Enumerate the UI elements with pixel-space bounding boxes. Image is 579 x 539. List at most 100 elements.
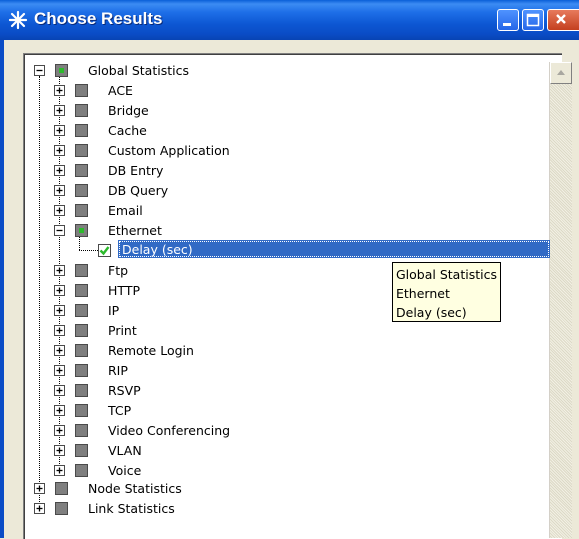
- checkbox-unchecked[interactable]: [75, 304, 88, 317]
- tree-item-label: Voice: [108, 463, 142, 478]
- checkbox-unchecked[interactable]: [75, 164, 88, 177]
- expand-icon[interactable]: [54, 85, 65, 96]
- checkbox-partial[interactable]: [75, 224, 88, 237]
- expand-icon[interactable]: [54, 425, 65, 436]
- checkbox-unchecked[interactable]: [75, 384, 88, 397]
- expand-icon[interactable]: [54, 105, 65, 116]
- checkbox-unchecked[interactable]: [75, 344, 88, 357]
- checkbox-partial[interactable]: [55, 64, 68, 77]
- checkbox-unchecked[interactable]: [55, 482, 68, 495]
- tree-item-label: Email: [108, 203, 143, 218]
- tree-item-label: DB Query: [108, 183, 169, 198]
- vertical-scrollbar[interactable]: [549, 62, 572, 538]
- expand-icon[interactable]: [54, 305, 65, 316]
- tree-item-tcp[interactable]: TCP: [54, 401, 534, 421]
- close-button[interactable]: [547, 9, 579, 31]
- checkbox-unchecked[interactable]: [75, 104, 88, 117]
- tree-item-cache[interactable]: Cache: [54, 121, 534, 141]
- expand-icon[interactable]: [54, 285, 65, 296]
- tree-item-email[interactable]: Email: [54, 201, 534, 221]
- checkbox-unchecked[interactable]: [75, 124, 88, 137]
- tooltip-line: Delay (sec): [396, 305, 467, 320]
- tree-item-label: Delay (sec): [122, 242, 193, 257]
- minimize-button[interactable]: [497, 9, 519, 31]
- expand-icon[interactable]: [54, 385, 65, 396]
- expand-icon[interactable]: [54, 145, 65, 156]
- tree-item-print[interactable]: Print: [54, 321, 534, 341]
- tree-item-rsvp[interactable]: RSVP: [54, 381, 534, 401]
- checkbox-unchecked[interactable]: [75, 444, 88, 457]
- minimize-icon: [503, 23, 511, 26]
- checkbox-unchecked[interactable]: [75, 144, 88, 157]
- selected-tree-item-label[interactable]: Delay (sec): [118, 240, 550, 258]
- tree-item-label: VLAN: [108, 443, 142, 458]
- tree-item-video-conferencing[interactable]: Video Conferencing: [54, 421, 534, 441]
- tree-item-label: Ftp: [108, 263, 129, 278]
- tree-item-voice[interactable]: Voice: [54, 461, 534, 481]
- tree-item-db-query[interactable]: DB Query: [54, 181, 534, 201]
- expand-icon[interactable]: [54, 185, 65, 196]
- tree-item-db-entry[interactable]: DB Entry: [54, 161, 534, 181]
- checkbox-unchecked[interactable]: [75, 464, 88, 477]
- expand-icon[interactable]: [34, 483, 45, 494]
- tree-item-remote-login[interactable]: Remote Login: [54, 341, 534, 361]
- tree-item-label: RIP: [108, 363, 128, 378]
- tree-item-global-statistics[interactable]: Global Statistics: [34, 61, 534, 81]
- tree-item-label: Cache: [108, 123, 147, 138]
- tree-item-tooltip: Global Statistics Ethernet Delay (sec): [392, 262, 501, 322]
- expand-icon[interactable]: [54, 165, 65, 176]
- tree-item-label: Print: [108, 323, 137, 338]
- tree-item-ethernet[interactable]: Ethernet: [54, 221, 534, 241]
- tree-item-label: Ethernet: [108, 223, 162, 238]
- tree-item-node-statistics[interactable]: Node Statistics: [34, 479, 534, 499]
- maximize-icon: [526, 13, 540, 27]
- tree-item-label: Node Statistics: [88, 481, 182, 496]
- checkbox-unchecked[interactable]: [75, 204, 88, 217]
- checkmark-icon: [99, 246, 110, 256]
- tree-item-label: IP: [108, 303, 120, 318]
- tree-item-vlan[interactable]: VLAN: [54, 441, 534, 461]
- title-bar[interactable]: Choose Results: [0, 0, 579, 40]
- expand-icon[interactable]: [54, 465, 65, 476]
- maximize-button[interactable]: [522, 9, 544, 31]
- expand-icon[interactable]: [54, 405, 65, 416]
- expand-icon[interactable]: [54, 365, 65, 376]
- checkbox-unchecked[interactable]: [75, 404, 88, 417]
- expand-icon[interactable]: [54, 265, 65, 276]
- tree-item-rip[interactable]: RIP: [54, 361, 534, 381]
- tree-item-label: Link Statistics: [88, 501, 175, 516]
- collapse-icon[interactable]: [54, 225, 65, 236]
- tree-item-label: TCP: [108, 403, 132, 418]
- tree-item-label: Remote Login: [108, 343, 194, 358]
- tree-item-custom-application[interactable]: Custom Application: [54, 141, 534, 161]
- checkbox-unchecked[interactable]: [75, 84, 88, 97]
- checkbox-unchecked[interactable]: [75, 284, 88, 297]
- tree-item-label: DB Entry: [108, 163, 164, 178]
- close-icon: [556, 14, 566, 24]
- expand-icon[interactable]: [54, 325, 65, 336]
- tree-item-bridge[interactable]: Bridge: [54, 101, 534, 121]
- scroll-up-arrow-icon: [557, 70, 565, 75]
- tree-item-label: Custom Application: [108, 143, 230, 158]
- tree-item-ace[interactable]: ACE: [54, 81, 534, 101]
- tree-item-label: HTTP: [108, 283, 140, 298]
- checkbox-checked[interactable]: [98, 244, 111, 257]
- checkbox-unchecked[interactable]: [75, 364, 88, 377]
- tree-item-link-statistics[interactable]: Link Statistics: [34, 499, 534, 519]
- collapse-icon[interactable]: [34, 65, 45, 76]
- checkbox-unchecked[interactable]: [75, 184, 88, 197]
- star-burst-icon: [8, 10, 28, 30]
- expand-icon[interactable]: [54, 345, 65, 356]
- checkbox-unchecked[interactable]: [75, 324, 88, 337]
- expand-icon[interactable]: [54, 205, 65, 216]
- expand-icon[interactable]: [54, 445, 65, 456]
- tree-item-label: Bridge: [108, 103, 149, 118]
- checkbox-unchecked[interactable]: [55, 502, 68, 515]
- tree-item-label: RSVP: [108, 383, 141, 398]
- checkbox-unchecked[interactable]: [75, 264, 88, 277]
- tree-item-label: ACE: [108, 83, 133, 98]
- expand-icon[interactable]: [54, 125, 65, 136]
- expand-icon[interactable]: [34, 503, 45, 514]
- scroll-up-button[interactable]: [550, 62, 572, 84]
- checkbox-unchecked[interactable]: [75, 424, 88, 437]
